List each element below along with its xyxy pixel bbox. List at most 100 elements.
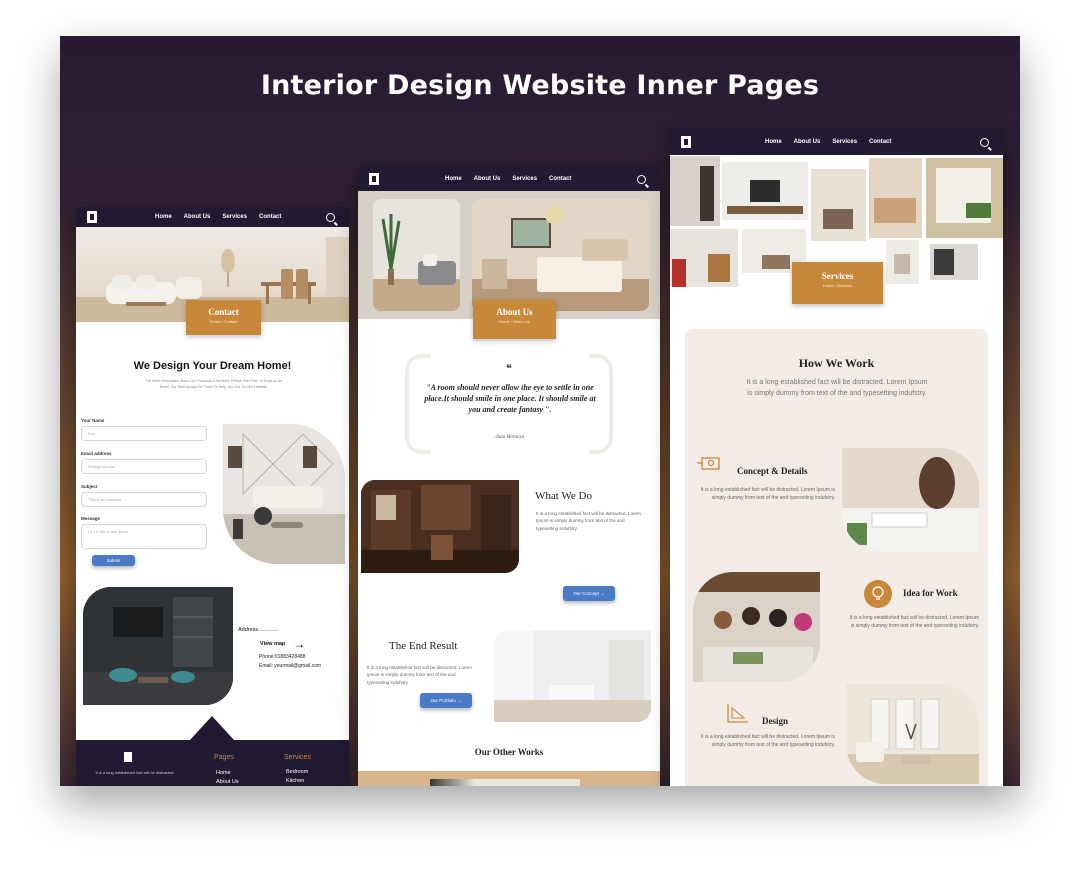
nav-services[interactable]: Services xyxy=(222,214,247,220)
nav-about[interactable]: About Us xyxy=(184,214,211,220)
collage-5 xyxy=(926,158,1003,238)
about-quote: "A room should never allow the eye to se… xyxy=(424,383,596,414)
address-label: Address............. xyxy=(238,627,279,633)
idea-title: Idea for Work xyxy=(903,588,958,598)
name-label: Your Name xyxy=(81,418,105,423)
contact-footer: It is a long established fact will be di… xyxy=(76,716,349,786)
collage-3 xyxy=(811,169,866,241)
footer-pages-title: Pages xyxy=(214,754,234,761)
footer-link-bedroom[interactable]: Bedroom xyxy=(286,769,308,775)
what-we-do-text: It is a long established fact will be di… xyxy=(536,511,641,531)
nav-home[interactable]: Home xyxy=(155,214,172,220)
footer-logo-icon xyxy=(124,752,132,762)
bedroom-hero-illustration xyxy=(472,199,649,311)
quote-mark-icon: ❝ xyxy=(506,363,512,375)
showcase-canvas: Interior Design Website Inner Pages Home… xyxy=(60,36,1020,786)
message-label: Message xyxy=(81,516,101,521)
design-image xyxy=(846,684,979,784)
view-map-text: View map xyxy=(260,641,286,647)
contact-hero-badge: Contact Home / Contact xyxy=(186,300,261,335)
collage-4 xyxy=(869,158,922,238)
collage-8 xyxy=(886,240,919,284)
nav-home[interactable]: Home xyxy=(765,139,782,145)
footer-link-about[interactable]: About Us xyxy=(216,779,239,785)
contact-email: Email: yourmail@gmail.com xyxy=(259,663,322,669)
email-label: Email address xyxy=(81,451,112,456)
showcase-title: Interior Design Website Inner Pages xyxy=(260,70,820,101)
view-map-link[interactable]: View map → xyxy=(260,637,306,651)
badge-title: Services xyxy=(821,271,854,281)
search-icon[interactable] xyxy=(637,174,646,184)
contact-interior-image xyxy=(223,424,345,564)
footer-link-home[interactable]: Home xyxy=(216,770,231,776)
quote-author: -Juan Montoya xyxy=(493,435,525,440)
nav-about[interactable]: About Us xyxy=(794,139,821,145)
idea-text: It is a long established fact will be di… xyxy=(849,615,979,629)
about-page: Home About Us Services Contact About Us … xyxy=(358,167,660,786)
concept-title: Concept & Details xyxy=(737,466,808,476)
services-nav: Home About Us Services Contact xyxy=(670,129,1003,155)
footer-notch xyxy=(190,716,234,740)
lightbulb-icon xyxy=(864,580,892,608)
white-room-illustration xyxy=(494,630,651,722)
about-hero-image-right xyxy=(472,199,649,311)
nav-contact[interactable]: Contact xyxy=(259,214,281,220)
concept-image xyxy=(842,448,979,552)
our-concept-button[interactable]: Our Concept → xyxy=(563,586,615,601)
dark-room-illustration xyxy=(83,587,233,705)
other-works-thumb[interactable] xyxy=(430,779,580,786)
our-portfolio-button[interactable]: Our Portfolio → xyxy=(420,693,472,708)
contact-phone: Phone:01883428488 xyxy=(259,654,306,660)
what-we-do-image xyxy=(361,480,519,573)
other-works-strip xyxy=(358,771,660,786)
badge-breadcrumb[interactable]: Home / About Us xyxy=(473,319,556,324)
about-nav: Home About Us Services Contact xyxy=(358,167,660,191)
subject-label: Subject xyxy=(81,484,98,489)
nav-home[interactable]: Home xyxy=(445,176,462,182)
rustic-room-illustration xyxy=(361,480,519,573)
design-text: It is a long established fact will be di… xyxy=(700,734,835,748)
end-result-text: It is a long established fact will be di… xyxy=(367,665,472,685)
about-hero-badge: About Us Home / About Us xyxy=(473,300,556,339)
team-illustration xyxy=(693,572,820,682)
how-we-work-text: It is a long established fact will be di… xyxy=(746,379,928,397)
about-hero-image-left xyxy=(373,199,460,311)
services-page: Home About Us Services Contact Services … xyxy=(670,129,1003,786)
nav-contact[interactable]: Contact xyxy=(549,176,571,182)
nav-contact[interactable]: Contact xyxy=(869,139,891,145)
design-icon xyxy=(726,702,750,724)
design-title: Design xyxy=(762,716,789,726)
name-input[interactable]: Bob xyxy=(81,426,207,441)
logo-icon[interactable] xyxy=(369,173,379,185)
badge-breadcrumb[interactable]: Home / Services xyxy=(792,283,883,288)
meeting-illustration xyxy=(842,448,979,552)
contact-intro: For More Information About Our Products … xyxy=(145,379,283,389)
badge-title: Contact xyxy=(208,307,239,317)
collage-1 xyxy=(670,156,720,226)
quote-frame-gap-top xyxy=(431,353,589,359)
logo-icon[interactable] xyxy=(681,136,691,148)
submit-button[interactable]: Submit xyxy=(92,555,135,566)
search-icon[interactable] xyxy=(326,212,335,222)
collage-2 xyxy=(722,162,808,220)
footer-link-kitchen[interactable]: Kitchen xyxy=(286,778,304,784)
email-input[interactable]: Bb@gmail.com xyxy=(81,459,207,474)
message-textarea[interactable]: Hi, I'd like to ask about xyxy=(81,524,207,549)
idea-image xyxy=(693,572,820,682)
subject-input[interactable]: This is an example xyxy=(81,492,207,507)
nav-about[interactable]: About Us xyxy=(474,176,501,182)
nav-services[interactable]: Services xyxy=(832,139,857,145)
services-hero-badge: Services Home / Services xyxy=(792,262,883,304)
footer-services-title: Services xyxy=(284,754,311,761)
logo-icon[interactable] xyxy=(87,211,97,223)
plant-room-illustration xyxy=(373,214,460,311)
search-icon[interactable] xyxy=(980,137,989,147)
contact-page: Home About Us Services Contact Contact H… xyxy=(76,207,349,786)
badge-title: About Us xyxy=(496,307,533,317)
end-result-image xyxy=(494,630,651,722)
how-we-work-title: How We Work xyxy=(798,356,875,370)
nav-services[interactable]: Services xyxy=(512,176,537,182)
arrow-right-icon: → xyxy=(293,637,306,651)
sunroom-illustration xyxy=(846,684,979,784)
badge-breadcrumb[interactable]: Home / Contact xyxy=(186,319,261,324)
